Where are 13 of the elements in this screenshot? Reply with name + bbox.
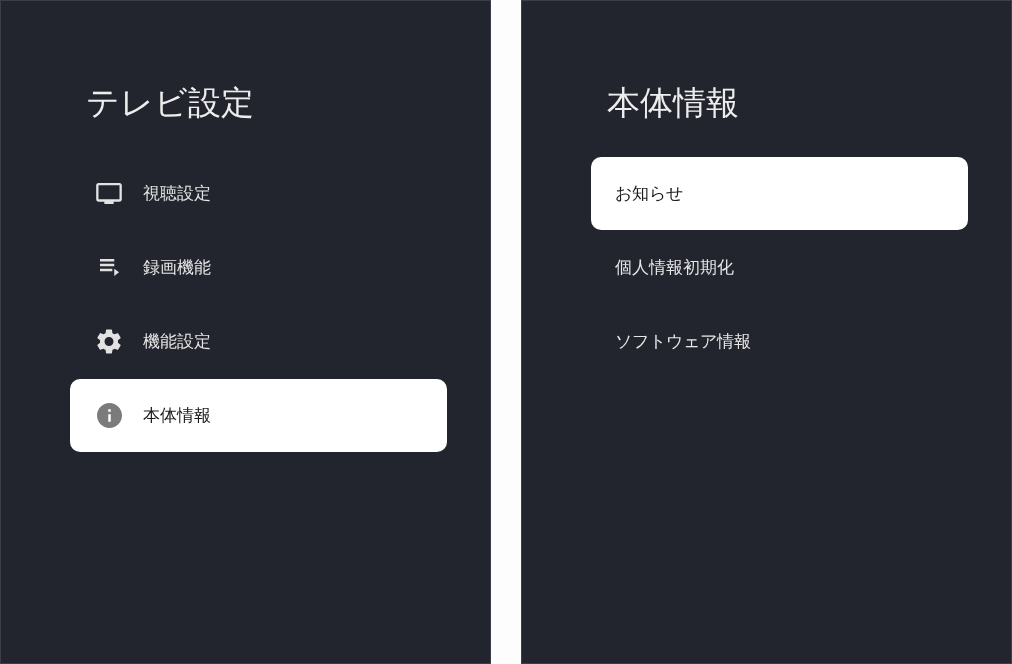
menu-item[interactable]: 録画機能 <box>70 231 447 304</box>
menu-item[interactable]: お知らせ <box>591 157 968 230</box>
menu-item[interactable]: ソフトウェア情報 <box>591 305 968 378</box>
playlist-play-icon <box>99 259 119 276</box>
menu-item[interactable]: 個人情報初期化 <box>591 231 968 304</box>
info-icon <box>96 403 122 428</box>
tv-icon <box>96 183 122 204</box>
menu-item[interactable]: 本体情報 <box>70 379 447 452</box>
panel-title: 本体情報 <box>607 83 739 123</box>
settings-icon <box>97 329 121 354</box>
panel-title: テレビ設定 <box>86 83 254 123</box>
menu-item[interactable]: 視聴設定 <box>70 157 447 230</box>
menu-item[interactable]: 機能設定 <box>70 305 447 378</box>
